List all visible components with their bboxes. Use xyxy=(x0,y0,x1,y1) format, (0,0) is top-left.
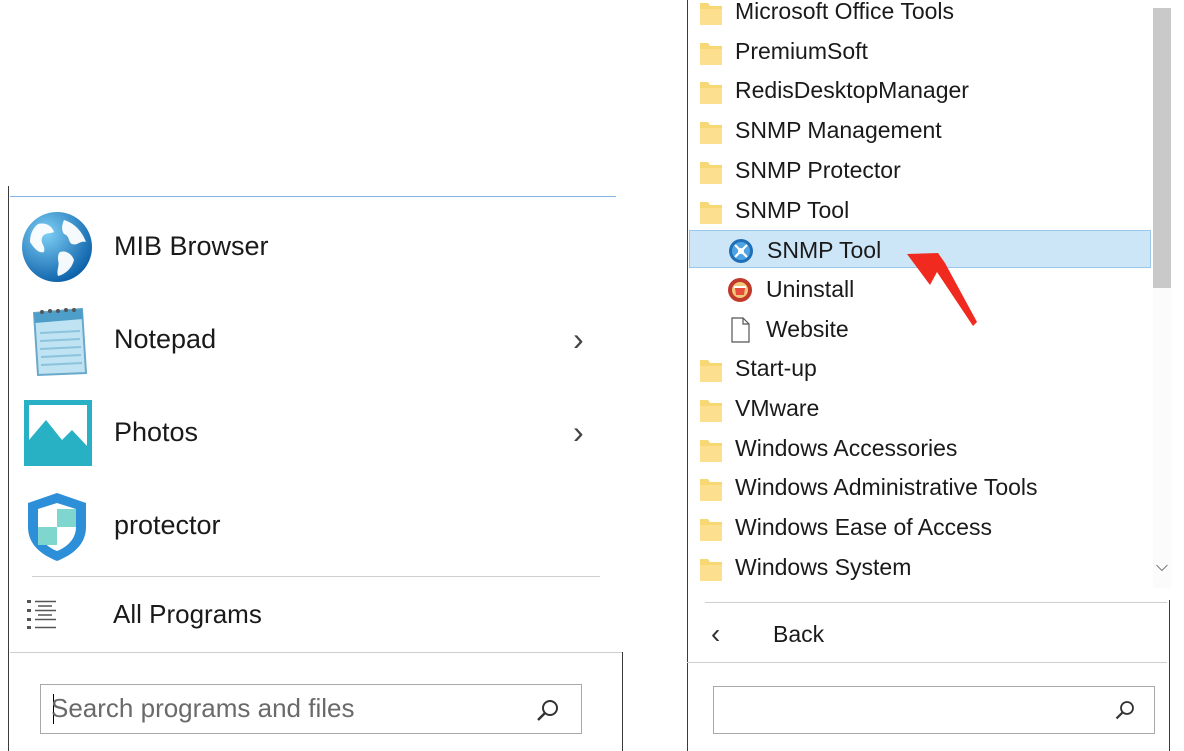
program-item[interactable]: Website xyxy=(689,310,1151,348)
pinned-item-label: Photos xyxy=(114,417,199,447)
folder-icon xyxy=(700,3,722,25)
folder-icon xyxy=(700,82,722,105)
program-item[interactable]: Uninstall xyxy=(689,270,1151,308)
photos-icon xyxy=(24,400,92,466)
scrollbar-thumb[interactable] xyxy=(1153,8,1171,288)
pinned-item-label: Notepad xyxy=(114,324,217,354)
folder-item[interactable]: VMware xyxy=(689,389,1151,427)
program-label: SNMP Protector xyxy=(735,156,901,183)
chevron-left-icon: ‹ xyxy=(711,618,721,649)
document-icon xyxy=(731,316,750,343)
program-label: Microsoft Office Tools xyxy=(735,0,955,24)
folder-item[interactable]: SNMP Protector xyxy=(689,151,1151,189)
folder-item[interactable]: SNMP Tool xyxy=(689,191,1151,229)
panel-border xyxy=(8,186,9,751)
uninstall-icon xyxy=(728,277,752,302)
folder-icon xyxy=(700,479,722,502)
program-label: RedisDesktopManager xyxy=(735,77,969,104)
pinned-item-photos[interactable]: Photos › xyxy=(10,386,622,478)
pinned-item-label: protector xyxy=(114,510,221,540)
chevron-right-icon[interactable]: › xyxy=(573,293,584,385)
panel-border-right xyxy=(622,652,623,751)
program-label: Windows Accessories xyxy=(735,434,958,461)
folder-item[interactable]: Windows Administrative Tools xyxy=(689,468,1151,506)
panel-border-right xyxy=(1169,600,1170,751)
folder-item[interactable]: PremiumSoft xyxy=(689,32,1151,70)
globe-icon xyxy=(22,212,92,282)
scroll-down-icon[interactable]: ⌵ xyxy=(1153,554,1171,580)
search-input[interactable] xyxy=(722,691,1102,727)
folder-icon xyxy=(700,519,722,542)
folder-icon xyxy=(700,201,722,224)
divider xyxy=(10,652,622,653)
folder-item[interactable]: RedisDesktopManager xyxy=(689,71,1151,109)
program-label: SNMP Tool xyxy=(767,237,882,264)
program-label: PremiumSoft xyxy=(735,37,868,64)
program-label: Start-up xyxy=(735,355,817,382)
program-label: SNMP Tool xyxy=(735,196,850,223)
program-item[interactable]: SNMP Tool xyxy=(689,230,1151,269)
back-label: Back xyxy=(773,621,825,647)
pinned-item-protector[interactable]: protector xyxy=(10,479,622,571)
search-icon[interactable] xyxy=(535,697,561,723)
folder-item[interactable]: Microsoft Office Tools xyxy=(689,0,1151,30)
divider xyxy=(705,602,1167,603)
folder-icon xyxy=(700,42,722,65)
pinned-item-notepad[interactable]: Notepad › xyxy=(10,293,622,385)
folder-icon xyxy=(700,558,722,581)
search-box[interactable] xyxy=(713,686,1155,734)
all-programs-button[interactable]: All Programs xyxy=(10,580,622,648)
folder-icon xyxy=(700,122,722,145)
program-label: SNMP Management xyxy=(735,117,942,144)
search-box[interactable] xyxy=(40,684,582,734)
list-icon xyxy=(27,600,56,629)
program-label: Uninstall xyxy=(766,275,855,302)
all-programs-label: All Programs xyxy=(113,599,262,629)
program-label: VMware xyxy=(735,395,820,421)
pinned-item-mib-browser[interactable]: MIB Browser xyxy=(10,200,622,292)
program-label: Windows System xyxy=(735,553,912,580)
start-menu-left-panel: MIB Browser Notepad › Photos › protector… xyxy=(0,0,640,751)
folder-icon xyxy=(700,439,722,462)
search-input[interactable] xyxy=(51,689,511,727)
folder-icon xyxy=(700,161,722,184)
folder-item[interactable]: SNMP Management xyxy=(689,111,1151,149)
program-label: Windows Administrative Tools xyxy=(735,474,1038,501)
top-divider xyxy=(10,196,616,197)
program-label: Website xyxy=(766,315,849,342)
notepad-icon xyxy=(32,307,88,377)
folder-item[interactable]: Start-up xyxy=(689,349,1151,387)
all-programs-panel: ⌵ Microsoft Office Tools PremiumSoft Redis… xyxy=(687,0,1184,751)
folder-item[interactable]: Windows Ease of Access xyxy=(689,508,1151,546)
chevron-right-icon[interactable]: › xyxy=(573,386,584,478)
program-label: Windows Ease of Access xyxy=(735,514,992,541)
folder-item[interactable]: Windows Accessories xyxy=(689,429,1151,467)
folder-item[interactable]: Windows System xyxy=(689,548,1151,586)
pinned-item-label: MIB Browser xyxy=(114,231,269,261)
folder-icon xyxy=(700,400,722,422)
shield-icon xyxy=(28,493,86,561)
snmp-tool-icon xyxy=(729,239,753,264)
back-button[interactable]: ‹ Back xyxy=(705,612,1145,656)
divider xyxy=(32,576,600,577)
divider xyxy=(687,662,1167,663)
folder-icon xyxy=(700,360,722,383)
panel-border xyxy=(687,0,688,751)
search-icon[interactable] xyxy=(1114,699,1136,721)
